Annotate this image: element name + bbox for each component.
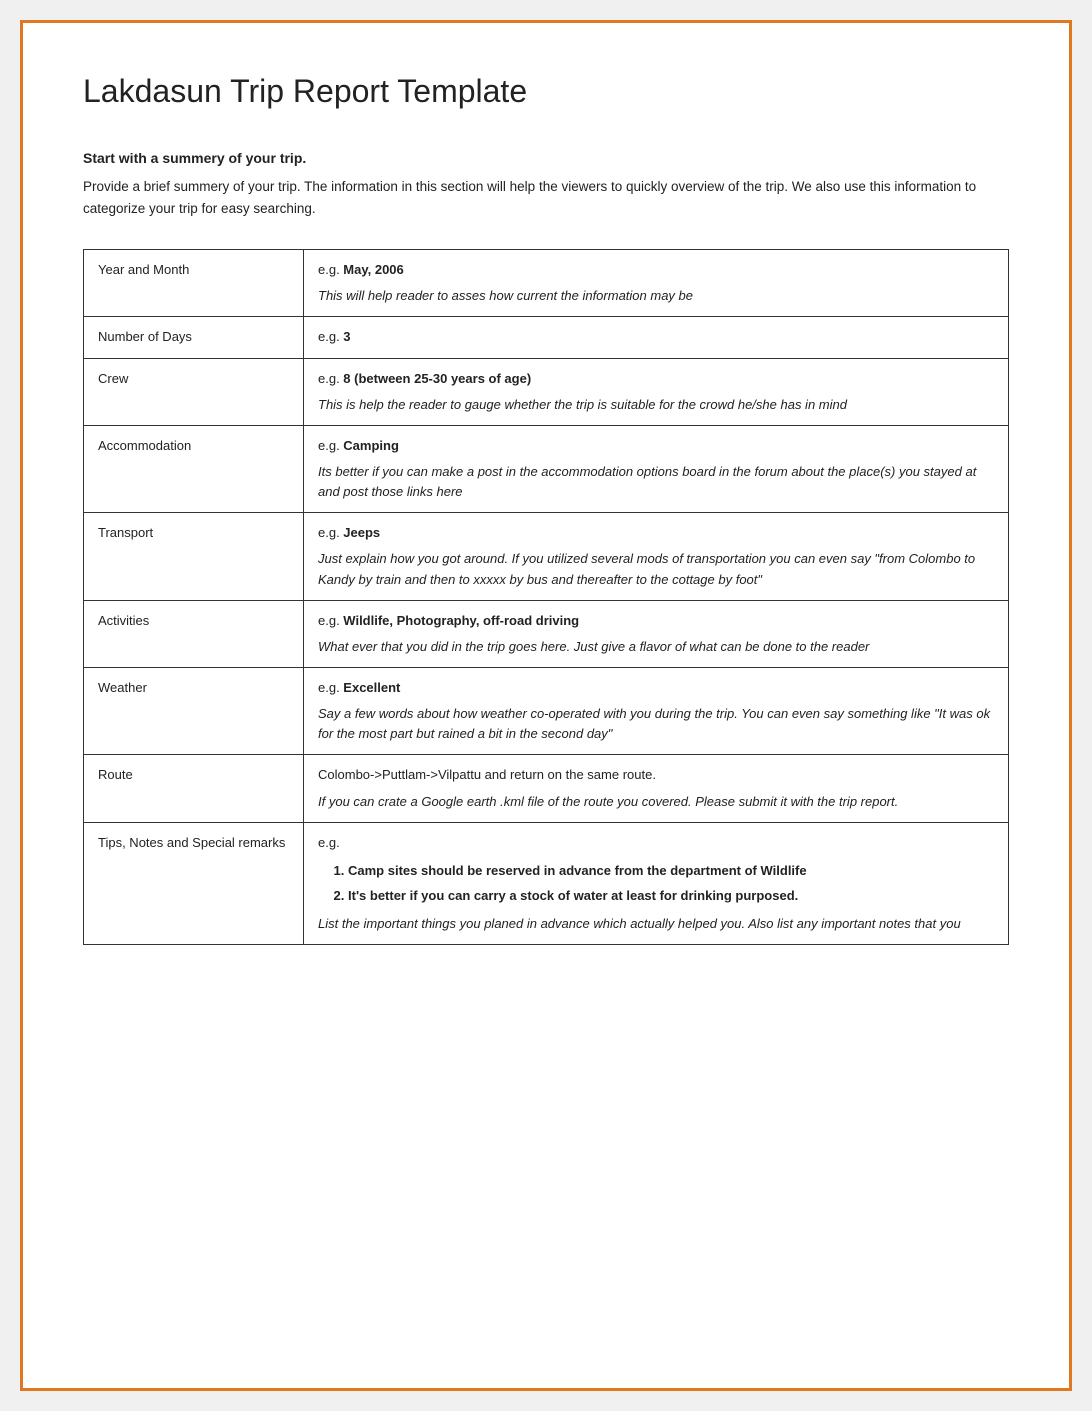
table-row: Transport e.g. Jeeps Just explain how yo…	[84, 513, 1009, 600]
row-label-transport: Transport	[84, 513, 304, 600]
row-label-activities: Activities	[84, 600, 304, 667]
table-row: Crew e.g. 8 (between 25-30 years of age)…	[84, 358, 1009, 425]
row-label-year-month: Year and Month	[84, 250, 304, 317]
row-content-transport: e.g. Jeeps Just explain how you got arou…	[304, 513, 1009, 600]
row-content-route: Colombo->Puttlam->Vilpattu and return on…	[304, 755, 1009, 822]
list-item: Camp sites should be reserved in advance…	[348, 861, 994, 881]
row-content-days: e.g. 3	[304, 317, 1009, 358]
document-page: Lakdasun Trip Report Template Start with…	[20, 20, 1072, 1391]
row-label-tips: Tips, Notes and Special remarks	[84, 822, 304, 944]
table-row: Tips, Notes and Special remarks e.g. Cam…	[84, 822, 1009, 944]
row-label-route: Route	[84, 755, 304, 822]
row-content-crew: e.g. 8 (between 25-30 years of age) This…	[304, 358, 1009, 425]
row-label-days: Number of Days	[84, 317, 304, 358]
row-label-weather: Weather	[84, 668, 304, 755]
intro-paragraph: Provide a brief summery of your trip. Th…	[83, 176, 1009, 219]
table-row: Number of Days e.g. 3	[84, 317, 1009, 358]
table-row: Activities e.g. Wildlife, Photography, o…	[84, 600, 1009, 667]
row-label-crew: Crew	[84, 358, 304, 425]
summary-table: Year and Month e.g. May, 2006 This will …	[83, 249, 1009, 945]
section-heading: Start with a summery of your trip.	[83, 150, 1009, 166]
row-content-activities: e.g. Wildlife, Photography, off-road dri…	[304, 600, 1009, 667]
table-row: Weather e.g. Excellent Say a few words a…	[84, 668, 1009, 755]
row-content-accommodation: e.g. Camping Its better if you can make …	[304, 425, 1009, 512]
page-title: Lakdasun Trip Report Template	[83, 73, 1009, 110]
list-item: It's better if you can carry a stock of …	[348, 886, 994, 906]
row-label-accommodation: Accommodation	[84, 425, 304, 512]
table-row: Route Colombo->Puttlam->Vilpattu and ret…	[84, 755, 1009, 822]
row-content-tips: e.g. Camp sites should be reserved in ad…	[304, 822, 1009, 944]
row-content-weather: e.g. Excellent Say a few words about how…	[304, 668, 1009, 755]
table-row: Accommodation e.g. Camping Its better if…	[84, 425, 1009, 512]
row-content-year-month: e.g. May, 2006 This will help reader to …	[304, 250, 1009, 317]
table-row: Year and Month e.g. May, 2006 This will …	[84, 250, 1009, 317]
tips-list: Camp sites should be reserved in advance…	[318, 861, 994, 906]
